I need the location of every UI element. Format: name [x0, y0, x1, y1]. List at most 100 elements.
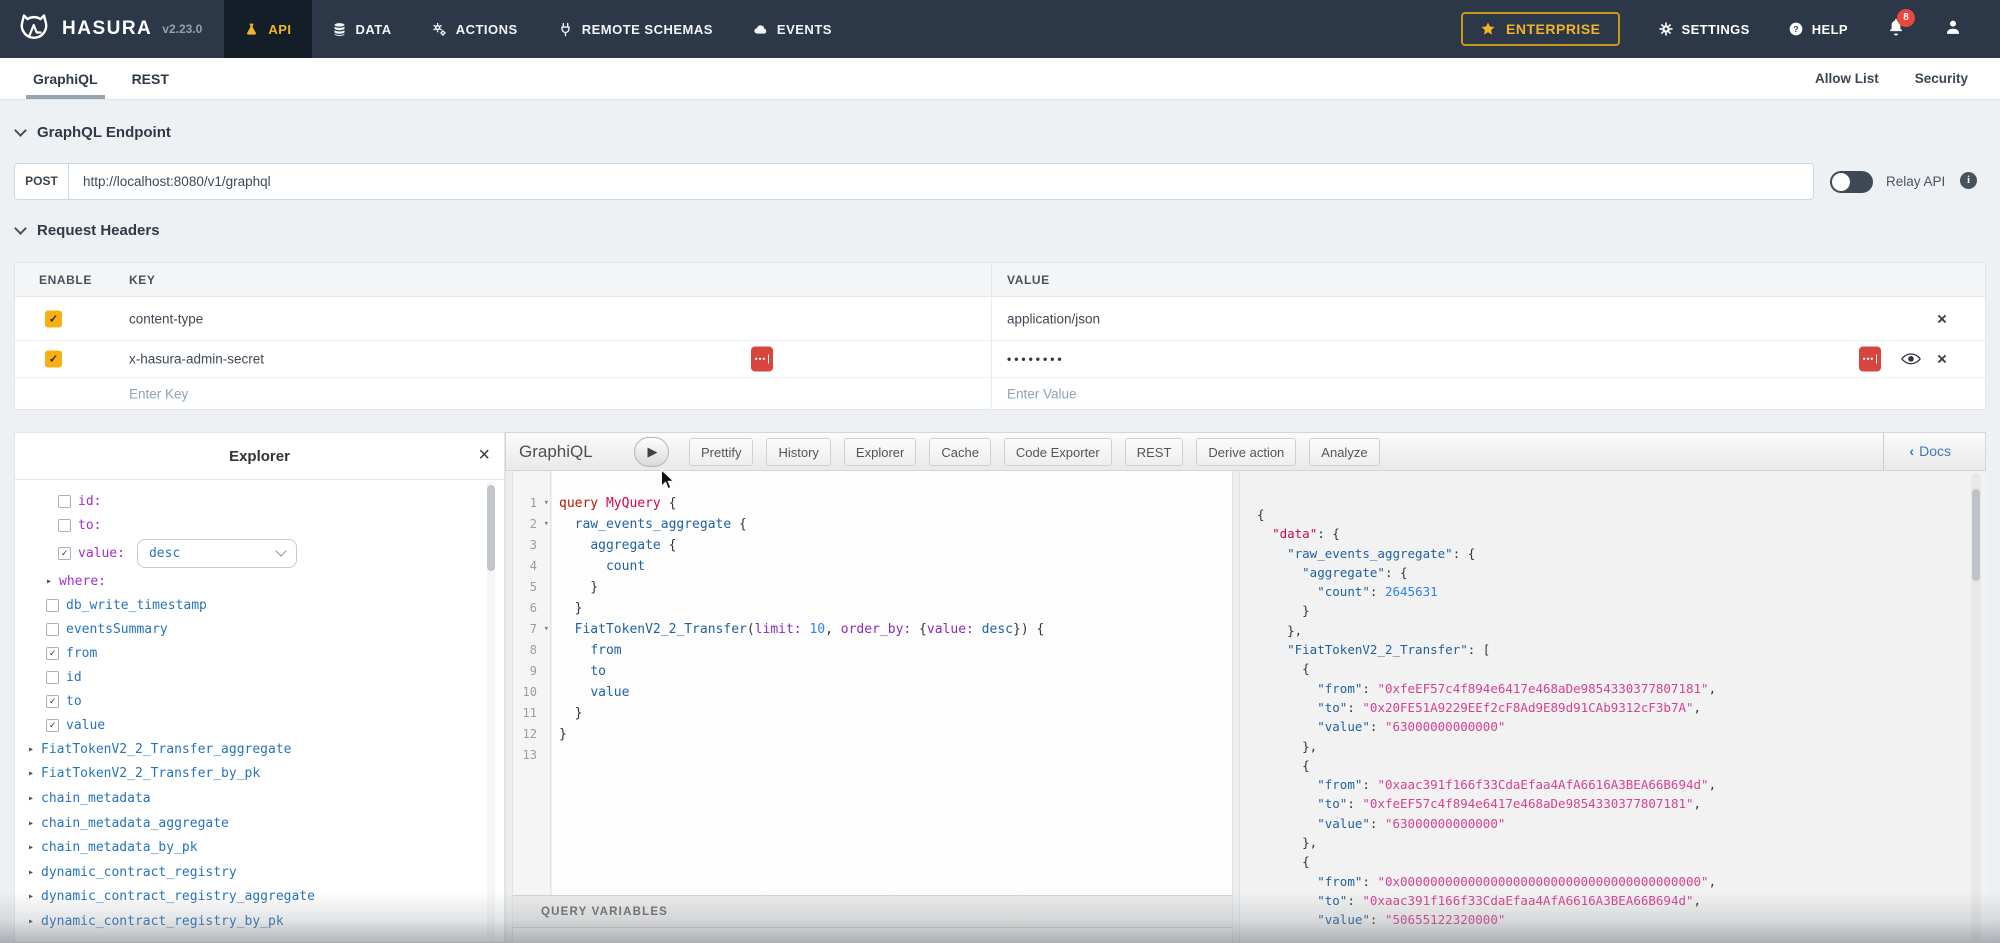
explorer-item[interactable]: ▸chain_metadata_by_pk — [15, 835, 484, 860]
toolbar-button-explorer[interactable]: Explorer — [844, 438, 916, 466]
explorer-item[interactable]: ✓from — [15, 641, 484, 665]
enterprise-button[interactable]: ENTERPRISE — [1461, 12, 1619, 46]
explorer-item[interactable]: ▸dynamic_contract_registry_aggregate — [15, 885, 484, 910]
checkbox-icon[interactable] — [58, 495, 71, 508]
toolbar-button-analyze[interactable]: Analyze — [1309, 438, 1379, 466]
toolbar-button-prettify[interactable]: Prettify — [689, 438, 753, 466]
fold-arrow-icon[interactable]: ▾ — [544, 514, 549, 535]
link-security[interactable]: Security — [1915, 71, 1968, 86]
new-header-key-input[interactable]: Enter Key — [129, 387, 188, 402]
expand-arrow-icon[interactable]: ▸ — [28, 744, 34, 755]
toolbar-button-history[interactable]: History — [766, 438, 830, 466]
explorer-item-label: db_write_timestamp — [66, 598, 207, 613]
response-panel: { "data": { "raw_events_aggregate": { "a… — [1240, 471, 1986, 943]
explorer-item[interactable]: eventsSummary — [15, 617, 484, 641]
explorer-editor-divider[interactable] — [505, 470, 513, 943]
tab-rest[interactable]: REST — [129, 58, 172, 99]
remove-header-icon[interactable]: × — [1937, 351, 1947, 368]
explorer-item[interactable]: to: — [15, 513, 484, 537]
notifications-button[interactable]: 8 — [1886, 17, 1906, 42]
toolbar-button-code-exporter[interactable]: Code Exporter — [1004, 438, 1112, 466]
endpoint-url-input[interactable] — [69, 164, 1813, 199]
scrollbar-thumb[interactable] — [487, 485, 495, 571]
checkbox-icon[interactable] — [46, 599, 59, 612]
response-line: "value": "50655122320000" — [1257, 910, 1986, 929]
explorer-item[interactable]: ▸FiatTokenV2_2_Transfer_aggregate — [15, 737, 484, 762]
expand-arrow-icon[interactable]: ▸ — [46, 576, 52, 587]
checkbox-icon[interactable] — [46, 671, 59, 684]
request-headers-section-header[interactable]: Request Headers — [16, 222, 160, 239]
secret-badge-icon[interactable]: ••• — [1859, 347, 1881, 372]
toolbar-button-rest[interactable]: REST — [1125, 438, 1184, 466]
response-line: } — [1257, 601, 1986, 620]
scrollbar-thumb[interactable] — [1972, 489, 1980, 581]
explorer-item[interactable]: db_write_timestamp — [15, 593, 484, 617]
header-value-masked[interactable]: •••••••• — [1007, 352, 1065, 366]
link-allow-list[interactable]: Allow List — [1815, 71, 1879, 86]
eye-icon[interactable] — [1901, 352, 1921, 366]
fold-arrow-icon[interactable]: ▾ — [544, 619, 549, 640]
docs-link[interactable]: ‹Docs — [1909, 443, 1951, 459]
sort-direction-select[interactable]: desc — [137, 539, 297, 568]
relay-api-toggle[interactable] — [1830, 171, 1873, 193]
new-header-value-input[interactable]: Enter Value — [1007, 387, 1077, 402]
user-menu-button[interactable] — [1944, 18, 1962, 41]
explorer-item[interactable]: ▸dynamic_contract_registry — [15, 860, 484, 885]
expand-arrow-icon[interactable]: ▸ — [28, 891, 34, 902]
query-variables-editor[interactable] — [513, 929, 1232, 943]
expand-arrow-icon[interactable]: ▸ — [28, 867, 34, 878]
explorer-item[interactable]: ✓value — [15, 713, 484, 737]
relay-info-icon[interactable]: i — [1960, 172, 1977, 189]
fold-arrow-icon[interactable]: ▾ — [544, 493, 549, 514]
svg-text:?: ? — [1793, 24, 1799, 34]
checkbox-checked-icon[interactable]: ✓ — [58, 547, 71, 560]
expand-arrow-icon[interactable]: ▸ — [28, 793, 34, 804]
explorer-item[interactable]: ✓value:desc — [15, 537, 484, 569]
checkbox-checked-icon[interactable]: ✓ — [46, 647, 59, 660]
expand-arrow-icon[interactable]: ▸ — [28, 916, 34, 927]
tab-graphiql[interactable]: GraphiQL — [30, 58, 101, 99]
execute-query-button[interactable]: ▶ — [634, 437, 669, 467]
expand-arrow-icon[interactable]: ▸ — [28, 842, 34, 853]
explorer-item[interactable]: ▸FiatTokenV2_2_Transfer_by_pk — [15, 762, 484, 787]
nav-item-actions[interactable]: ACTIONS — [412, 0, 538, 58]
header-key[interactable]: content-type — [129, 311, 203, 326]
settings-button[interactable]: SETTINGS — [1658, 21, 1750, 37]
header-key[interactable]: x-hasura-admin-secret — [129, 352, 264, 367]
checkbox-icon[interactable] — [58, 519, 71, 532]
hasura-brand[interactable]: HASURA v2.23.0 — [0, 11, 202, 47]
checkbox-checked-icon[interactable]: ✓ — [46, 695, 59, 708]
checkbox-icon[interactable] — [46, 623, 59, 636]
nav-item-data[interactable]: DATA — [312, 0, 412, 58]
close-icon[interactable]: × — [478, 445, 490, 465]
editor-response-divider[interactable] — [1232, 471, 1240, 943]
query-editor[interactable]: query MyQuery { raw_events_aggregate { a… — [552, 471, 1232, 895]
query-variables-bar[interactable]: QUERY VARIABLES — [513, 895, 1232, 928]
explorer-item[interactable]: ▸dynamic_contract_registry_by_pk — [15, 909, 484, 934]
nav-item-remote-schemas[interactable]: REMOTE SCHEMAS — [538, 0, 733, 58]
expand-arrow-icon[interactable]: ▸ — [28, 818, 34, 829]
explorer-item[interactable]: id — [15, 665, 484, 689]
explorer-item[interactable]: id: — [15, 489, 484, 513]
checkbox-checked-icon[interactable]: ✓ — [46, 719, 59, 732]
code-line: query MyQuery { — [552, 493, 1232, 514]
help-button[interactable]: ? HELP — [1788, 21, 1848, 37]
explorer-item[interactable]: ▸chain_metadata_aggregate — [15, 811, 484, 836]
enable-checkbox[interactable]: ✓ — [45, 310, 62, 327]
toolbar-button-cache[interactable]: Cache — [929, 438, 991, 466]
header-value[interactable]: application/json — [1007, 311, 1100, 326]
nav-item-api[interactable]: API — [224, 0, 311, 58]
toolbar-button-derive-action[interactable]: Derive action — [1196, 438, 1296, 466]
secret-badge-icon[interactable]: ••• — [751, 347, 773, 372]
enable-checkbox[interactable]: ✓ — [45, 351, 62, 368]
graphql-endpoint-section-header[interactable]: GraphQL Endpoint — [16, 124, 171, 141]
remove-header-icon[interactable]: × — [1937, 310, 1947, 327]
hasura-console: HASURA v2.23.0 APIDATAACTIONSREMOTE SCHE… — [0, 0, 2000, 943]
expand-arrow-icon[interactable]: ▸ — [28, 768, 34, 779]
response-line: "FiatTokenV2_2_Transfer": [ — [1257, 640, 1986, 659]
nav-item-events[interactable]: EVENTS — [733, 0, 852, 58]
explorer-item[interactable]: ▸chain_metadata — [15, 786, 484, 811]
explorer-item[interactable]: ✓to — [15, 689, 484, 713]
tabbar-links: Allow List Security — [1815, 71, 2000, 86]
explorer-item[interactable]: ▸where: — [15, 569, 484, 593]
